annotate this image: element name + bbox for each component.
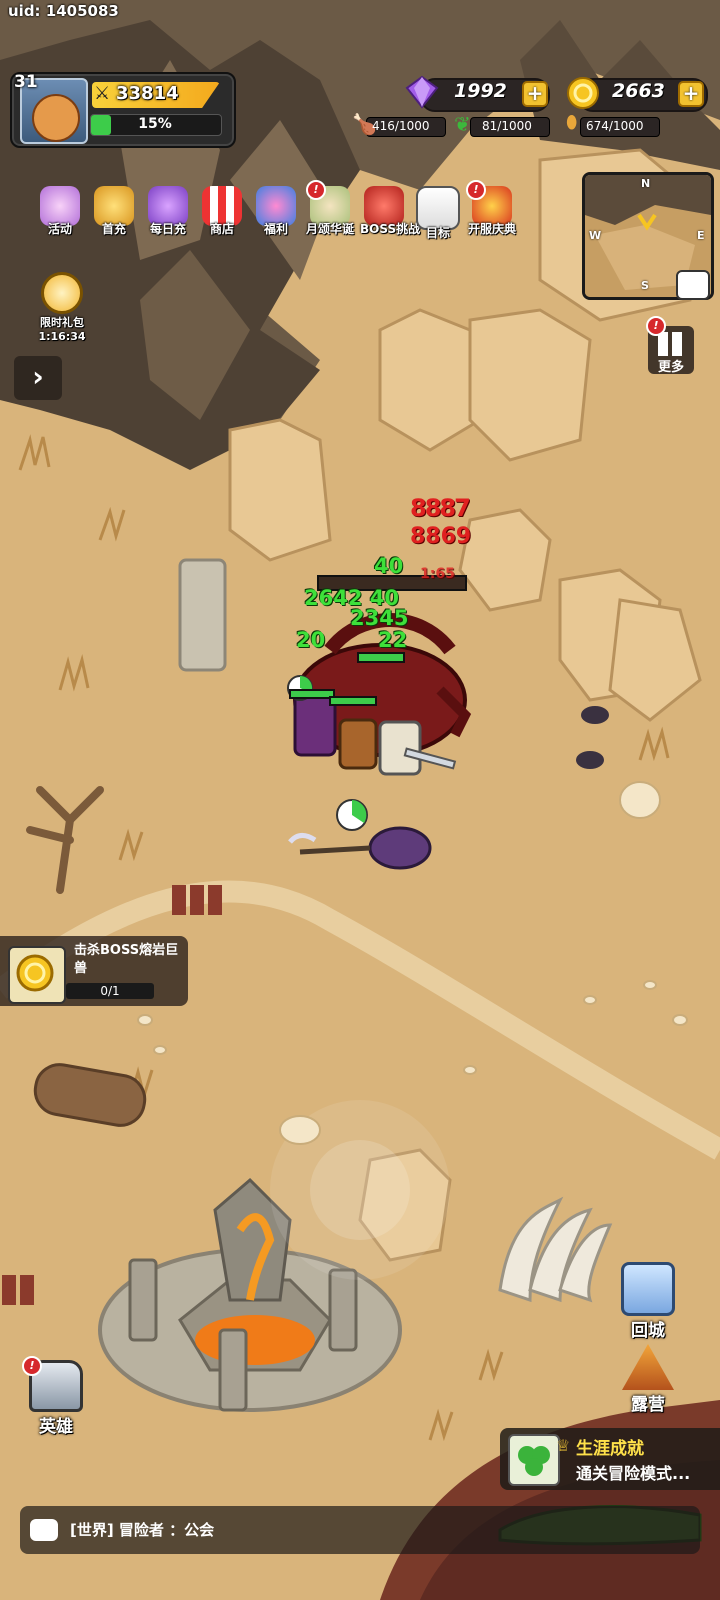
- compass-north: N: [641, 177, 651, 190]
- gold-coin-icon: [567, 77, 599, 109]
- ore-icon: ⬮: [566, 112, 578, 133]
- damage-number: 8869: [410, 524, 472, 549]
- menu-activity[interactable]: 活动: [36, 186, 84, 237]
- combat-power: 33814: [116, 83, 179, 104]
- gold-amount: 2663: [612, 80, 665, 102]
- notification-badge: !: [22, 1356, 42, 1376]
- grid-icon: [658, 332, 684, 356]
- notification-badge: !: [466, 180, 486, 200]
- game-screen: 8887 8869 1:65 40 2642 40 2345 20 22 uid…: [0, 0, 720, 1600]
- achievement-title: 生涯成就: [576, 1439, 644, 1459]
- menu-daily-recharge[interactable]: 每日充: [144, 186, 192, 237]
- add-gold-button[interactable]: +: [678, 81, 704, 107]
- gold-coin-icon: [16, 954, 54, 992]
- compass-west: W: [589, 229, 602, 242]
- menu-first-recharge[interactable]: 首充: [90, 186, 138, 237]
- tent-icon: [622, 1344, 674, 1390]
- player-level: 31: [14, 72, 38, 92]
- achievement-banner[interactable]: ♕ 生涯成就 通关冒险模式...: [500, 1428, 720, 1490]
- exp-percent: 15%: [138, 116, 172, 132]
- user-id: uid: 1405083: [8, 2, 119, 20]
- player-profile-panel[interactable]: 31 ⚔ 33814 15%: [10, 72, 236, 148]
- menu-boss-challenge[interactable]: BOSS挑战: [360, 186, 420, 237]
- camp-button[interactable]: 露营: [618, 1344, 678, 1415]
- quest-reward-icon: [8, 946, 66, 1004]
- portal-icon: [621, 1262, 675, 1316]
- chat-message: [世界] 冒险者 ：公会: [70, 1521, 215, 1539]
- ore-amount: 674/1000: [586, 119, 644, 133]
- notification-badge: !: [646, 316, 666, 336]
- notification-badge: !: [306, 180, 326, 200]
- world-chat-bar[interactable]: [世界] 冒险者 ：公会: [20, 1506, 700, 1554]
- trophy-icon: ♕: [556, 1436, 571, 1455]
- clover-icon: [508, 1434, 560, 1486]
- herb-amount: 81/1000: [482, 119, 532, 133]
- joystick-knob: [310, 1140, 410, 1240]
- gem-icon: [405, 75, 439, 109]
- meat-amount: 416/1000: [372, 119, 430, 133]
- damage-number: 20: [296, 628, 326, 652]
- gem-amount: 1992: [454, 80, 507, 102]
- expand-arrow-button[interactable]: ›: [14, 356, 62, 400]
- menu-welfare[interactable]: 福利: [252, 186, 300, 237]
- stopwatch-icon: [41, 272, 83, 314]
- avatar-face: [32, 94, 80, 142]
- damage-number: 8887: [410, 494, 471, 522]
- quest-progress: 0/1: [100, 984, 120, 998]
- damage-number: 22: [378, 628, 408, 652]
- leaf-icon: ❦: [454, 112, 471, 136]
- compass-east: E: [697, 229, 705, 242]
- quest-tracker[interactable]: 击杀BOSS熔岩巨兽 0/1: [0, 936, 188, 1006]
- damage-number: 40: [374, 554, 404, 578]
- add-gems-button[interactable]: +: [522, 81, 548, 107]
- return-city-button[interactable]: 回城: [620, 1262, 676, 1341]
- crossed-swords-icon: ⚔: [94, 83, 111, 104]
- menu-shop[interactable]: 商店: [198, 186, 246, 237]
- camera-icon[interactable]: [676, 270, 710, 300]
- damage-number: 1:65: [420, 566, 455, 582]
- compass-south: S: [641, 279, 649, 292]
- menu-goals[interactable]: 目标: [414, 186, 462, 241]
- achievement-description: 通关冒险模式...: [576, 1464, 691, 1483]
- damage-number: 2345: [350, 606, 409, 630]
- quest-title: 击杀BOSS熔岩巨兽: [74, 943, 179, 976]
- stone-totem: [178, 558, 227, 672]
- limited-gift-pack-button[interactable]: 限时礼包 1:16:34: [36, 272, 88, 343]
- chat-bubble-icon: [30, 1519, 58, 1541]
